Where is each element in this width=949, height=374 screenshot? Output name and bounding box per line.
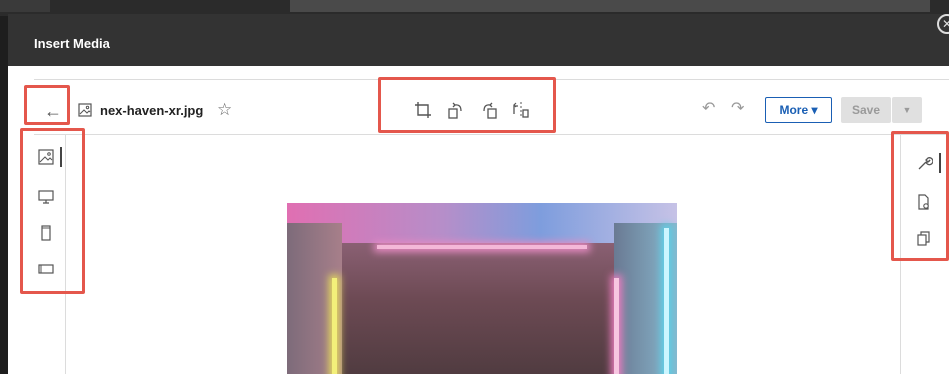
image-tools xyxy=(391,98,559,126)
crop-icon[interactable] xyxy=(413,100,437,124)
image-icon xyxy=(78,103,92,117)
image-icon[interactable] xyxy=(38,149,56,167)
editor-toolbar: ← nex-haven-xr.jpg ☆ ↶ ↷ More ▾ Save ▼ xyxy=(8,80,949,134)
neon-light xyxy=(664,228,669,374)
redo-button[interactable]: ↷ xyxy=(731,98,744,118)
landscape-icon[interactable] xyxy=(38,261,56,279)
insert-media-dialog: Insert Media ✕ ← nex-haven-xr.jpg ☆ ↶ ↷ xyxy=(8,14,949,374)
dialog-header: Insert Media ✕ xyxy=(8,14,949,66)
neon-light xyxy=(377,245,587,249)
neon-light xyxy=(332,278,337,374)
neon-light xyxy=(614,278,619,374)
save-dropdown-button[interactable]: ▼ xyxy=(892,97,922,123)
copy-icon[interactable] xyxy=(915,229,933,247)
background-block xyxy=(290,0,930,12)
save-button[interactable]: Save xyxy=(841,97,891,123)
rotate-left-icon[interactable] xyxy=(446,100,470,124)
media-preview-image xyxy=(287,203,677,374)
active-indicator xyxy=(939,153,941,173)
photo-back-wall xyxy=(342,243,614,374)
file-name: nex-haven-xr.jpg xyxy=(100,103,204,118)
portrait-icon[interactable] xyxy=(38,225,56,243)
right-panel-rail xyxy=(900,135,949,374)
left-panel-rail xyxy=(8,135,66,374)
active-indicator xyxy=(60,147,62,167)
close-button[interactable]: ✕ xyxy=(937,14,949,34)
background-block xyxy=(0,0,50,12)
rotate-right-icon[interactable] xyxy=(479,100,503,124)
flip-icon[interactable] xyxy=(511,100,535,124)
dialog-title: Insert Media xyxy=(34,36,110,51)
star-icon[interactable]: ☆ xyxy=(217,100,232,120)
wrench-icon[interactable] xyxy=(915,155,933,173)
desktop-icon[interactable] xyxy=(38,189,56,207)
file-settings-icon[interactable] xyxy=(915,193,933,211)
undo-button[interactable]: ↶ xyxy=(702,98,715,118)
back-button[interactable]: ← xyxy=(33,97,73,127)
image-canvas[interactable] xyxy=(67,135,900,374)
more-button[interactable]: More ▾ xyxy=(765,97,832,123)
